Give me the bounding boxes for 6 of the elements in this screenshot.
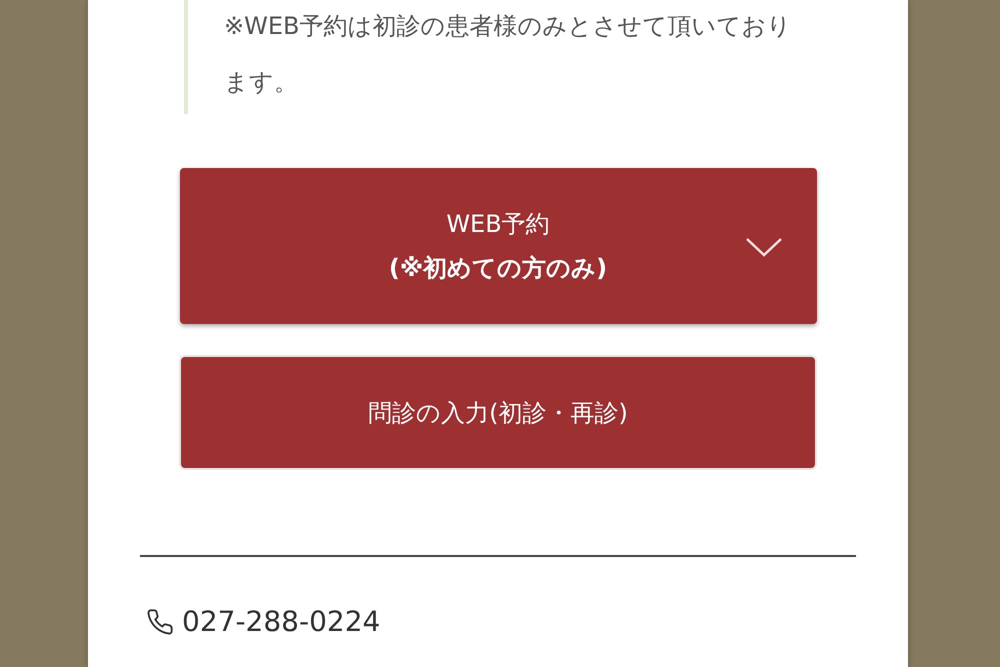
phone-icon: [146, 608, 174, 636]
notice-text: ※WEB予約は初診の患者様のみとさせて頂いております。: [184, 0, 812, 114]
questionnaire-button[interactable]: 問診の入力(初診・再診): [181, 357, 815, 468]
chevron-icon: [744, 236, 782, 258]
phone-number: 027-288-0224: [182, 605, 380, 638]
web-reservation-button[interactable]: WEB予約 (※初めての方のみ): [180, 168, 816, 324]
